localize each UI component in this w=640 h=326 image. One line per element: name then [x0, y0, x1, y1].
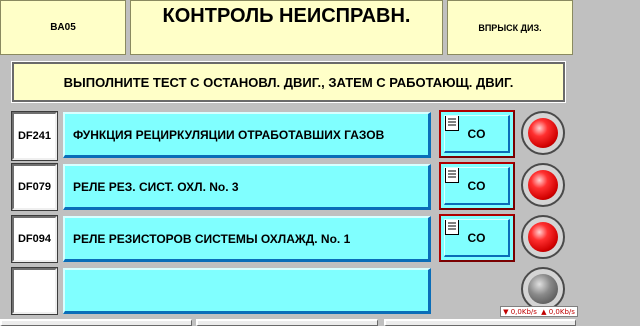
fault-status: CO — [467, 178, 486, 193]
fault-row[interactable]: РЕЛЕ РЕЗИСТОРОВ СИСТЕМЫ ОХЛАЖД. No. 1 — [63, 216, 431, 262]
download-rate: ▼ 0,0Kb/s — [503, 307, 537, 316]
upload-rate: ▲ 0,0Kb/s — [541, 307, 575, 316]
fault-row[interactable]: РЕЛЕ РЕЗ. СИСТ. ОХЛ. No. 3 — [63, 164, 431, 210]
fault-code: DF241 — [17, 130, 52, 142]
bottom-button-1[interactable] — [0, 319, 192, 326]
fault-code-box: DF094 — [11, 215, 58, 263]
status-lamp-red-icon — [521, 215, 565, 259]
fault-status-button[interactable]: CO — [439, 214, 515, 262]
system-mode: ВПРЫСК ДИЗ. — [478, 22, 542, 33]
ecu-code: BA05 — [50, 22, 76, 33]
instruction-banner: ВЫПОЛНИТЕ ТЕСТ С ОСТАНОВЛ. ДВИГ., ЗАТЕМ … — [11, 61, 566, 103]
status-lamp-off-icon — [521, 267, 565, 311]
bottom-button-2[interactable] — [196, 319, 378, 326]
status-lamp-red-icon — [521, 111, 565, 155]
fault-code: DF094 — [17, 233, 52, 245]
fault-row[interactable] — [63, 268, 431, 314]
fault-row[interactable]: ФУНКЦИЯ РЕЦИРКУЛЯЦИИ ОТРАБОТАВШИХ ГАЗОВ — [63, 112, 431, 158]
network-stats: ▼ 0,0Kb/s ▲ 0,0Kb/s — [500, 306, 578, 317]
status-lamp-red-icon — [521, 163, 565, 207]
fault-status-button[interactable]: CO — [439, 110, 515, 158]
fault-code: DF079 — [17, 181, 52, 193]
fault-status: CO — [467, 230, 486, 245]
ecu-code-box: BA05 — [0, 0, 126, 55]
page-title: КОНТРОЛЬ НЕИСПРАВН. — [162, 5, 411, 27]
fault-status: CO — [467, 126, 486, 141]
fault-code-box: DF241 — [11, 111, 58, 161]
system-mode-box: ВПРЫСК ДИЗ. — [447, 0, 573, 55]
fault-label: РЕЛЕ РЕЗ. СИСТ. ОХЛ. No. 3 — [73, 179, 239, 194]
fault-code-box — [11, 267, 58, 315]
fault-label: РЕЛЕ РЕЗИСТОРОВ СИСТЕМЫ ОХЛАЖД. No. 1 — [73, 231, 351, 246]
fault-status-button[interactable]: CO — [439, 162, 515, 210]
fault-code-box: DF079 — [11, 163, 58, 211]
bottom-button-3[interactable] — [384, 319, 576, 326]
fault-label: ФУНКЦИЯ РЕЦИРКУЛЯЦИИ ОТРАБОТАВШИХ ГАЗОВ — [73, 127, 385, 142]
page-title-box: КОНТРОЛЬ НЕИСПРАВН. — [130, 0, 443, 55]
instruction-text: ВЫПОЛНИТЕ ТЕСТ С ОСТАНОВЛ. ДВИГ., ЗАТЕМ … — [63, 74, 514, 90]
